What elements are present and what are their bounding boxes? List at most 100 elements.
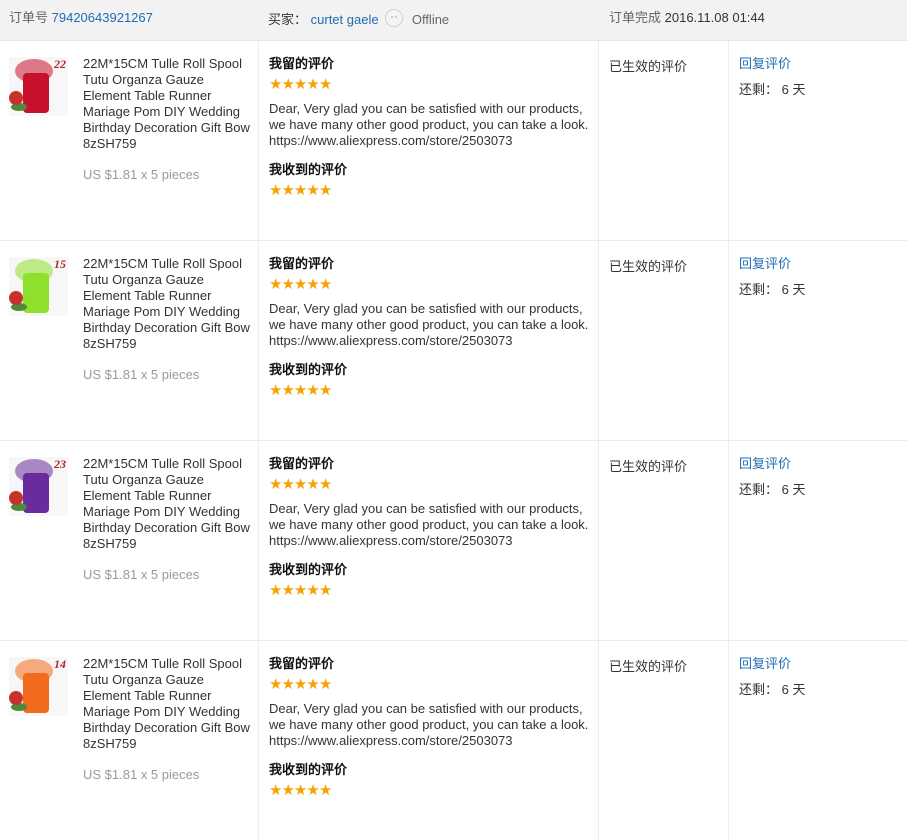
review-row: 22 22M*15CM Tulle Roll Spool Tutu Organz…	[0, 41, 907, 241]
flower-icon	[9, 691, 23, 705]
seller-reply-text: Dear, Very glad you can be satisfied wit…	[269, 701, 589, 748]
received-review-label: 我收到的评价	[269, 162, 348, 177]
reply-review-link[interactable]: 回复评价	[739, 656, 805, 672]
star-icon: ★	[269, 182, 282, 199]
seller-reply-text: Dear, Very glad you can be satisfied wit…	[269, 501, 589, 548]
left-review-stars: ★★★★★	[269, 676, 589, 693]
star-icon: ★	[318, 182, 332, 199]
order-completed-time: 2016.11.08 01:44	[664, 10, 765, 25]
order-number-label: 订单号	[9, 10, 49, 25]
order-completed-label: 订单完成	[609, 10, 662, 25]
thumbnail-number: 22	[54, 57, 66, 71]
star-icon: ★	[281, 582, 294, 599]
thumbnail-number: 23	[54, 457, 66, 471]
left-review-stars: ★★★★★	[269, 476, 589, 493]
star-icon: ★	[293, 382, 307, 399]
star-icon: ★	[293, 476, 307, 493]
review-rows: 22 22M*15CM Tulle Roll Spool Tutu Organz…	[0, 41, 907, 840]
review-row: 23 22M*15CM Tulle Roll Spool Tutu Organz…	[0, 441, 907, 641]
status-cell: 已生效的评价	[598, 641, 729, 840]
product-thumbnail[interactable]: 15	[9, 257, 68, 316]
order-completed-group: 订单完成 2016.11.08 01:44	[609, 9, 765, 27]
product-price: US $1.81 x 5 pieces	[83, 767, 200, 782]
star-icon: ★	[281, 476, 294, 493]
flower-icon	[9, 491, 23, 505]
star-icon: ★	[269, 276, 282, 293]
order-number-link[interactable]: 79420643921267	[52, 10, 153, 25]
star-icon: ★	[281, 182, 294, 199]
product-price: US $1.81 x 5 pieces	[83, 567, 200, 582]
seller-reply-text: Dear, Very glad you can be satisfied wit…	[269, 101, 589, 148]
product-thumbnail[interactable]: 23	[9, 457, 68, 516]
action-cell: 回复评价 还剩： 6 天	[728, 641, 907, 840]
product-price: US $1.81 x 5 pieces	[83, 367, 200, 382]
action-cell: 回复评价 还剩： 6 天	[728, 241, 907, 440]
product-cell: 15 22M*15CM Tulle Roll Spool Tutu Organz…	[0, 241, 258, 440]
reply-review-link[interactable]: 回复评价	[739, 56, 805, 72]
thumbnail-number: 15	[54, 257, 66, 271]
product-title-link[interactable]: 22M*15CM Tulle Roll Spool Tutu Organza G…	[83, 256, 253, 352]
review-status: 已生效的评价	[609, 459, 688, 474]
product-title-link[interactable]: 22M*15CM Tulle Roll Spool Tutu Organza G…	[83, 56, 253, 152]
buyer-avatar-icon[interactable]	[385, 9, 404, 27]
buyer-name-link[interactable]: curtet gaele	[311, 12, 379, 27]
star-icon: ★	[269, 382, 282, 399]
product-title-link[interactable]: 22M*15CM Tulle Roll Spool Tutu Organza G…	[83, 456, 253, 552]
remaining-days: 还剩： 6 天	[739, 282, 806, 297]
review-status: 已生效的评价	[609, 259, 688, 274]
review-status: 已生效的评价	[609, 59, 688, 74]
received-review-stars: ★★★★★	[269, 782, 589, 799]
reply-review-link[interactable]: 回复评价	[739, 456, 805, 472]
review-cell: 我留的评价 ★★★★★ Dear, Very glad you can be s…	[258, 641, 599, 840]
left-review-label: 我留的评价	[269, 256, 335, 271]
reply-review-link[interactable]: 回复评价	[739, 256, 805, 272]
star-icon: ★	[281, 382, 294, 399]
star-icon: ★	[293, 582, 307, 599]
product-thumbnail[interactable]: 14	[9, 657, 68, 716]
product-cell: 23 22M*15CM Tulle Roll Spool Tutu Organz…	[0, 441, 258, 640]
left-review-label: 我留的评价	[269, 656, 335, 671]
star-icon: ★	[318, 782, 332, 799]
left-review-label: 我留的评价	[269, 456, 335, 471]
star-icon: ★	[293, 782, 307, 799]
star-icon: ★	[306, 676, 319, 693]
received-review-label: 我收到的评价	[269, 562, 348, 577]
received-review-stars: ★★★★★	[269, 582, 589, 599]
action-cell: 回复评价 还剩： 6 天	[728, 441, 907, 640]
star-icon: ★	[306, 782, 319, 799]
review-status: 已生效的评价	[609, 659, 688, 674]
buyer-label: 买家：	[268, 12, 308, 27]
action-cell: 回复评价 还剩： 6 天	[728, 41, 907, 240]
product-title-link[interactable]: 22M*15CM Tulle Roll Spool Tutu Organza G…	[83, 656, 253, 752]
star-icon: ★	[293, 182, 307, 199]
product-thumbnail[interactable]: 22	[9, 57, 68, 116]
order-header: 订单号 79420643921267 买家： curtet gaele Offl…	[0, 0, 907, 41]
star-icon: ★	[318, 676, 332, 693]
star-icon: ★	[306, 582, 319, 599]
remaining-days: 还剩： 6 天	[739, 482, 806, 497]
received-review-label: 我收到的评价	[269, 362, 348, 377]
review-row: 15 22M*15CM Tulle Roll Spool Tutu Organz…	[0, 241, 907, 441]
star-icon: ★	[306, 476, 319, 493]
thumbnail-number: 14	[54, 657, 66, 671]
star-icon: ★	[281, 276, 294, 293]
remaining-days: 还剩： 6 天	[739, 682, 806, 697]
received-review-stars: ★★★★★	[269, 182, 589, 199]
buyer-status: Offline	[411, 12, 450, 27]
product-cell: 14 22M*15CM Tulle Roll Spool Tutu Organz…	[0, 641, 258, 840]
star-icon: ★	[318, 382, 332, 399]
review-cell: 我留的评价 ★★★★★ Dear, Very glad you can be s…	[258, 41, 599, 240]
flower-icon	[9, 91, 23, 105]
star-icon: ★	[318, 476, 332, 493]
received-review-label: 我收到的评价	[269, 762, 348, 777]
product-cell: 22 22M*15CM Tulle Roll Spool Tutu Organz…	[0, 41, 258, 240]
star-icon: ★	[269, 676, 282, 693]
received-review-stars: ★★★★★	[269, 382, 589, 399]
star-icon: ★	[269, 582, 282, 599]
status-cell: 已生效的评价	[598, 241, 729, 440]
star-icon: ★	[293, 676, 307, 693]
seller-reply-text: Dear, Very glad you can be satisfied wit…	[269, 301, 589, 348]
star-icon: ★	[293, 276, 307, 293]
left-review-stars: ★★★★★	[269, 276, 589, 293]
star-icon: ★	[318, 582, 332, 599]
